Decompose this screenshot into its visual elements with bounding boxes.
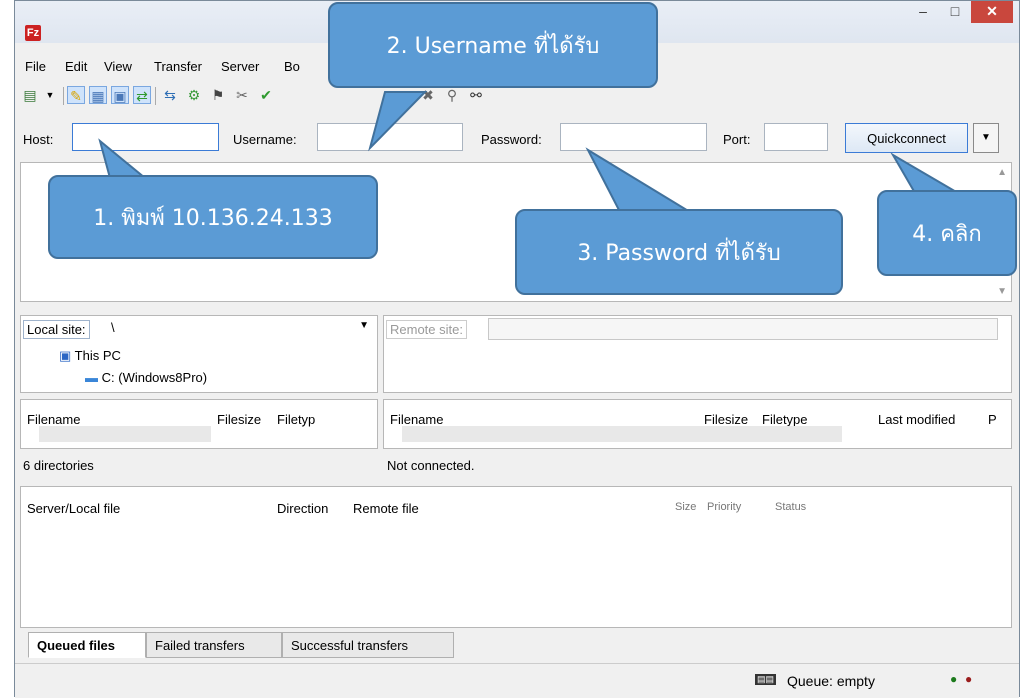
callout-step-4: 4. คลิก: [877, 190, 1017, 276]
callout-step-3: 3. Password ที่ได้รับ: [515, 209, 843, 295]
callout-tails: [98, 91, 962, 213]
callout-step-2: 2. Username ที่ได้รับ: [328, 2, 658, 88]
callout-step-1: 1. พิมพ์ 10.136.24.133: [48, 175, 378, 259]
